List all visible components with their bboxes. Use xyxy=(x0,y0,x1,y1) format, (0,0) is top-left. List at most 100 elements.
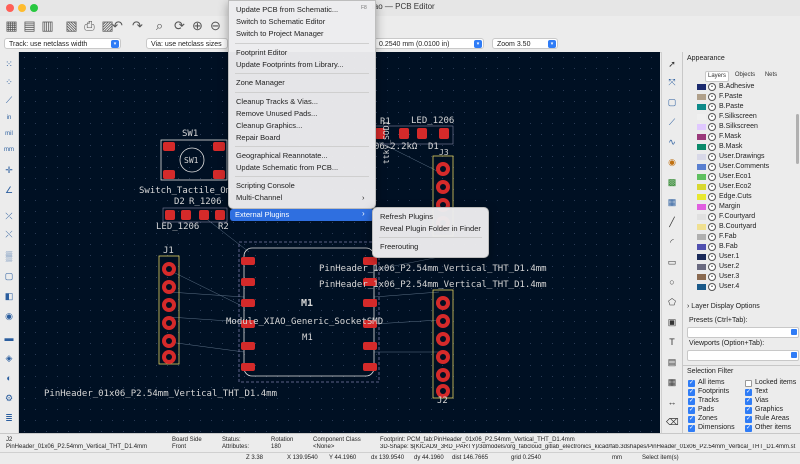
d2-pad[interactable] xyxy=(165,210,175,220)
filter-checkbox[interactable] xyxy=(745,380,752,387)
ratsnest-icon[interactable]: ⤫ xyxy=(3,210,15,222)
layer-row[interactable]: • Edge.Cuts xyxy=(683,192,783,202)
layer-color-swatch[interactable] xyxy=(697,124,706,130)
filter-checkbox[interactable]: ✓ xyxy=(688,380,695,387)
menu-update-footprints[interactable]: Update Footprints from Library... xyxy=(236,60,343,69)
zoom-in-icon[interactable]: ⊕ xyxy=(190,18,205,33)
layer-row[interactable]: • B.Silkscreen xyxy=(683,122,783,132)
layer-color-swatch[interactable] xyxy=(697,104,706,110)
ruler-icon[interactable]: ⟋ xyxy=(3,94,15,106)
layer-color-swatch[interactable] xyxy=(697,204,706,210)
m1-pad[interactable] xyxy=(241,363,255,371)
layer-row[interactable]: • F.Fab xyxy=(683,232,783,242)
open-icon[interactable]: ▤ xyxy=(22,18,37,33)
layer-color-swatch[interactable] xyxy=(697,174,706,180)
tab-nets[interactable]: Nets xyxy=(761,71,781,80)
eye-icon[interactable]: • xyxy=(708,133,716,141)
layer-color-swatch[interactable] xyxy=(697,94,706,100)
filter-checkbox[interactable]: ✓ xyxy=(688,407,695,414)
layer-color-swatch[interactable] xyxy=(697,244,706,250)
layer-color-swatch[interactable] xyxy=(697,134,706,140)
select-arrow-icon[interactable]: ➚ xyxy=(666,58,678,70)
zone-outline-icon[interactable]: ▢ xyxy=(3,270,15,282)
eye-icon[interactable]: • xyxy=(708,213,716,221)
sw1-pad[interactable] xyxy=(213,170,225,179)
layer-list-scrollbar[interactable] xyxy=(796,114,799,164)
local-ratsnest-icon[interactable]: ⤧ xyxy=(666,76,678,88)
zone-fill-icon[interactable]: ▒ xyxy=(3,250,15,262)
units-in-icon[interactable]: in xyxy=(3,112,15,124)
tab-objects[interactable]: Objects xyxy=(733,71,757,80)
m1-pad[interactable] xyxy=(241,278,255,286)
filter-checkbox[interactable]: ✓ xyxy=(745,425,752,432)
tab-layers[interactable]: Layers xyxy=(705,71,729,82)
add-textbox-icon[interactable]: ▤ xyxy=(666,356,678,368)
submenu-reveal-folder[interactable]: Reveal Plugin Folder in Finder xyxy=(380,224,481,233)
grid-toggle-icon[interactable]: ⁙ xyxy=(3,58,15,70)
menu-repair-board[interactable]: Repair Board xyxy=(236,133,280,142)
eye-icon[interactable]: • xyxy=(708,183,716,191)
layer-display-options[interactable]: › Layer Display Options xyxy=(687,303,760,310)
j2-pad[interactable] xyxy=(436,296,450,310)
j2-pad[interactable] xyxy=(436,350,450,364)
j1-pad[interactable] xyxy=(162,280,176,294)
eye-icon[interactable]: • xyxy=(708,263,716,271)
layer-row[interactable]: • User.Eco1 xyxy=(683,172,783,182)
layer-row[interactable]: • B.Mask xyxy=(683,142,783,152)
layers-manager-icon[interactable]: ≣ xyxy=(3,412,15,424)
m1-pad[interactable] xyxy=(363,342,377,350)
net-inspector-icon[interactable]: ⚙ xyxy=(3,392,15,404)
add-via-icon[interactable]: ◉ xyxy=(666,156,678,168)
menu-switch-project[interactable]: Switch to Project Manager xyxy=(236,29,324,38)
j1-pad[interactable] xyxy=(162,262,176,276)
net-color-icon[interactable]: ◈ xyxy=(3,352,15,364)
menu-update-schematic[interactable]: Update Schematic from PCB... xyxy=(236,163,338,172)
layer-color-swatch[interactable] xyxy=(697,164,706,170)
eye-icon[interactable]: • xyxy=(708,113,716,121)
rule-area-icon[interactable]: ▦ xyxy=(666,196,678,208)
zoom-select[interactable]: Zoom 3.50 ▾ xyxy=(492,38,558,49)
route-diff-pair-icon[interactable]: ∿ xyxy=(666,136,678,148)
eye-icon[interactable]: • xyxy=(708,103,716,111)
j2-pad[interactable] xyxy=(436,314,450,328)
layer-row[interactable]: • B.Paste xyxy=(683,102,783,112)
new-board-icon[interactable]: ▦ xyxy=(4,18,19,33)
filter-checkbox[interactable]: ✓ xyxy=(745,389,752,396)
layer-row[interactable]: • User.3 xyxy=(683,272,783,282)
filter-checkbox[interactable]: ✓ xyxy=(688,425,695,432)
eye-icon[interactable]: • xyxy=(708,253,716,261)
filter-checkbox[interactable]: ✓ xyxy=(688,398,695,405)
j1-pad[interactable] xyxy=(162,316,176,330)
menu-footprint-editor[interactable]: Footprint Editor xyxy=(236,48,287,57)
units-mm-icon[interactable]: mm xyxy=(3,144,15,156)
sw1-pad[interactable] xyxy=(163,142,175,151)
via-size-select[interactable]: Via: use netclass sizes xyxy=(146,38,228,49)
j1-pad[interactable] xyxy=(162,334,176,348)
j1-pad[interactable] xyxy=(162,350,176,364)
j2-pad[interactable] xyxy=(436,368,450,382)
grid-select[interactable]: 0.2540 mm (0.0100 in) ▾ xyxy=(374,38,484,49)
pad-fill-icon[interactable]: ◧ xyxy=(3,290,15,302)
layer-color-swatch[interactable] xyxy=(697,264,706,270)
layer-row[interactable]: • User.Comments xyxy=(683,162,783,172)
layer-color-swatch[interactable] xyxy=(697,254,706,260)
menu-cleanup-graphics[interactable]: Cleanup Graphics... xyxy=(236,121,302,130)
via-fill-icon[interactable]: ◉ xyxy=(3,310,15,322)
presets-select[interactable] xyxy=(687,327,799,338)
r2-pad[interactable] xyxy=(215,210,225,220)
layer-color-swatch[interactable] xyxy=(697,184,706,190)
layer-row[interactable]: • F.Mask xyxy=(683,132,783,142)
submenu-refresh-plugins[interactable]: Refresh Plugins xyxy=(380,212,433,221)
layer-row[interactable]: • User.2 xyxy=(683,262,783,272)
d2-pad[interactable] xyxy=(181,210,191,220)
eye-icon[interactable]: • xyxy=(708,143,716,151)
zoom-window-button[interactable] xyxy=(30,4,38,12)
menu-update-pcb[interactable]: Update PCB from Schematic... xyxy=(236,5,338,14)
angle-icon[interactable]: ∠ xyxy=(3,184,15,196)
layer-row[interactable]: • User.4 xyxy=(683,282,783,292)
viewports-select[interactable] xyxy=(687,350,799,361)
add-table-icon[interactable]: ▦ xyxy=(666,376,678,388)
layer-color-swatch[interactable] xyxy=(697,154,706,160)
eye-icon[interactable]: • xyxy=(708,203,716,211)
eye-icon[interactable]: • xyxy=(708,163,716,171)
